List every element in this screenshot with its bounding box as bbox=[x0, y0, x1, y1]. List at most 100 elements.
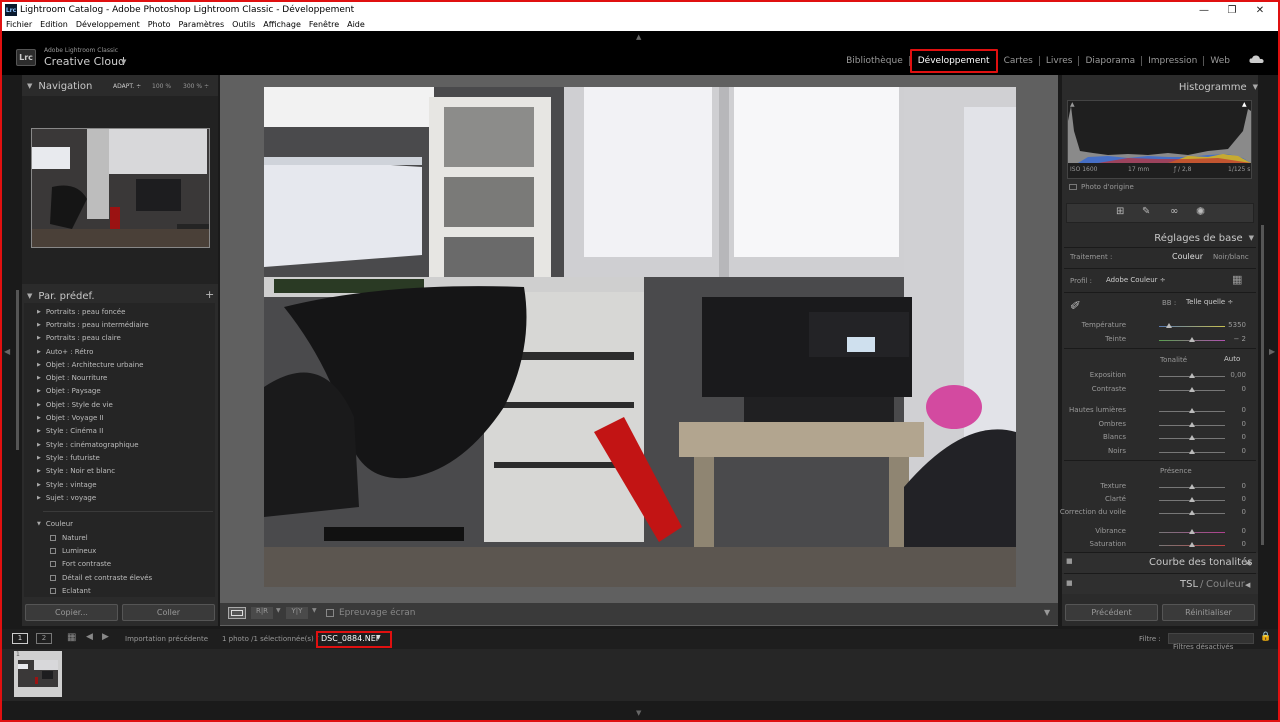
hsl-color-title[interactable]: Couleur bbox=[1206, 579, 1245, 590]
filename[interactable]: DSC_0884.NEF bbox=[321, 634, 380, 643]
healing-brush-icon[interactable]: ✎ bbox=[1142, 206, 1150, 217]
collapsed-triangle-icon[interactable]: ▶ bbox=[37, 349, 41, 355]
slider-knob[interactable] bbox=[1189, 449, 1195, 454]
slider-6[interactable]: Blancs 0 bbox=[1066, 432, 1256, 444]
collapsed-triangle-icon[interactable]: ▶ bbox=[37, 482, 41, 488]
loupe-view-icon[interactable] bbox=[228, 607, 246, 619]
preset-folder[interactable]: ▶ Auto+ : Rétro bbox=[24, 345, 214, 358]
right-scrollbar[interactable] bbox=[1261, 225, 1264, 545]
preset-folder[interactable]: ▶ Objet : Architecture urbaine bbox=[24, 358, 214, 371]
preset-folder[interactable]: ▶ Portraits : peau foncée bbox=[24, 305, 214, 318]
toolbar-menu-icon[interactable]: ▼ bbox=[1044, 608, 1050, 617]
menu-aide[interactable]: Aide bbox=[343, 20, 369, 29]
slider-10[interactable]: Correction du voile 0 bbox=[1060, 507, 1256, 519]
soft-proof-checkbox[interactable] bbox=[326, 609, 334, 617]
collapsed-triangle-icon[interactable]: ▶ bbox=[37, 442, 41, 448]
slider-value[interactable]: − 2 bbox=[1233, 335, 1246, 343]
preset-item[interactable]: Eclatant bbox=[24, 584, 214, 597]
collapse-bottom-icon[interactable]: ▼ bbox=[636, 709, 641, 717]
histogram-header[interactable]: Histogramme ▼ bbox=[1170, 80, 1258, 94]
source-label[interactable]: Importation précédente bbox=[125, 635, 208, 643]
slider-value[interactable]: 0 bbox=[1242, 385, 1246, 393]
collapsed-triangle-icon[interactable]: ▶ bbox=[37, 322, 41, 328]
slider-11[interactable]: Vibrance 0 bbox=[1066, 526, 1256, 538]
profile-dropdown[interactable]: Adobe Couleur ÷ bbox=[1106, 276, 1166, 284]
collapsed-triangle-icon[interactable]: ▶ bbox=[37, 402, 41, 408]
slider-knob[interactable] bbox=[1189, 497, 1195, 502]
preset-folder[interactable]: ▶ Style : Noir et blanc bbox=[24, 465, 214, 478]
cloud-sync-icon[interactable] bbox=[1249, 54, 1265, 64]
expand-triangle-icon[interactable]: ◀ bbox=[1245, 581, 1250, 589]
slider-value[interactable]: 0 bbox=[1242, 482, 1246, 490]
before-after-dropdown-icon[interactable]: ▼ bbox=[276, 607, 281, 614]
preset-folder[interactable]: ▶ Portraits : peau claire bbox=[24, 332, 214, 345]
collapsed-triangle-icon[interactable]: ▶ bbox=[37, 309, 41, 315]
module-web[interactable]: Web bbox=[1204, 56, 1236, 66]
main-photo[interactable] bbox=[264, 87, 1016, 587]
menu-affichage[interactable]: Affichage bbox=[259, 20, 305, 29]
collapse-triangle-icon[interactable]: ▼ bbox=[1253, 83, 1258, 91]
collapse-top-icon[interactable]: ▲ bbox=[636, 33, 641, 41]
slider-9[interactable]: Clarté 0 bbox=[1066, 494, 1256, 506]
collapsed-triangle-icon[interactable]: ▶ bbox=[37, 495, 41, 501]
maximize-icon[interactable]: ❐ bbox=[1218, 2, 1246, 18]
panel-switch-icon[interactable]: ■ bbox=[1066, 579, 1073, 587]
collapsed-triangle-icon[interactable]: ▶ bbox=[37, 362, 41, 368]
expand-triangle-icon[interactable]: ◀ bbox=[1245, 559, 1250, 567]
slider-1[interactable]: Teinte − 2 bbox=[1066, 334, 1256, 346]
slider-knob[interactable] bbox=[1189, 510, 1195, 515]
minimize-icon[interactable]: — bbox=[1190, 2, 1218, 18]
module-diaporama[interactable]: Diaporama bbox=[1079, 56, 1143, 66]
preset-item[interactable]: Détail et contraste élevés bbox=[24, 571, 214, 584]
paste-button[interactable]: Coller bbox=[122, 604, 215, 621]
back-arrow-icon[interactable]: ◀ bbox=[86, 632, 93, 642]
slider-knob[interactable] bbox=[1189, 408, 1195, 413]
close-icon[interactable]: ✕ bbox=[1246, 2, 1274, 18]
slider-12[interactable]: Saturation 0 bbox=[1066, 539, 1256, 551]
slider-knob[interactable] bbox=[1165, 323, 1172, 328]
copy-button[interactable]: Copier... bbox=[25, 604, 118, 621]
menu-developpement[interactable]: Développement bbox=[72, 20, 144, 29]
menu-fenetre[interactable]: Fenêtre bbox=[305, 20, 343, 29]
left-scrollbar[interactable] bbox=[16, 290, 19, 450]
menu-fichier[interactable]: Fichier bbox=[2, 20, 36, 29]
filename-dropdown-icon[interactable]: ▼ bbox=[376, 634, 381, 641]
treatment-color[interactable]: Couleur bbox=[1172, 252, 1203, 261]
highlight-clipping-icon[interactable]: ▲ bbox=[1242, 101, 1247, 108]
auto-button[interactable]: Auto bbox=[1224, 355, 1240, 363]
preset-item[interactable]: Lumineux bbox=[24, 544, 214, 557]
crop-icon[interactable]: ⊞ bbox=[1116, 206, 1124, 217]
zoom-fit[interactable]: ADAPT. ÷ bbox=[113, 83, 141, 90]
previous-button[interactable]: Précédent bbox=[1065, 604, 1158, 621]
forward-arrow-icon[interactable]: ▶ bbox=[102, 632, 109, 642]
slider-value[interactable]: 0,00 bbox=[1230, 371, 1246, 379]
slider-knob[interactable] bbox=[1189, 422, 1195, 427]
masking-icon[interactable]: ✺ bbox=[1196, 205, 1205, 218]
preset-folder[interactable]: ▶ Objet : Voyage II bbox=[24, 411, 214, 424]
module-livres[interactable]: Livres bbox=[1040, 56, 1080, 66]
preset-item[interactable]: Fort contraste bbox=[24, 558, 214, 571]
right-panel-toggle-icon[interactable]: ▶ bbox=[1269, 347, 1275, 356]
treatment-bw[interactable]: Noir/blanc bbox=[1213, 253, 1249, 261]
slider-knob[interactable] bbox=[1189, 373, 1195, 378]
expanded-triangle-icon[interactable]: ▼ bbox=[37, 521, 41, 527]
collapsed-triangle-icon[interactable]: ▶ bbox=[37, 335, 41, 341]
filter-dropdown[interactable]: Filtres désactivés bbox=[1168, 633, 1254, 651]
preset-folder[interactable]: ▶ Sujet : voyage bbox=[24, 491, 214, 504]
module-bibliotheque[interactable]: Bibliothèque bbox=[840, 56, 910, 66]
profile-browser-icon[interactable]: ▦ bbox=[1232, 273, 1242, 286]
slider-value[interactable]: 0 bbox=[1242, 433, 1246, 441]
slider-value[interactable]: 0 bbox=[1242, 420, 1246, 428]
slider-3[interactable]: Contraste 0 bbox=[1066, 384, 1256, 396]
module-developpement[interactable]: Développement bbox=[909, 49, 998, 73]
preset-folder[interactable]: ▶ Objet : Nourriture bbox=[24, 371, 214, 384]
slider-2[interactable]: Exposition 0,00 bbox=[1066, 370, 1256, 382]
preset-item[interactable]: Naturel bbox=[24, 531, 214, 544]
add-preset-icon[interactable]: + bbox=[205, 288, 214, 301]
original-photo-checkbox[interactable] bbox=[1069, 184, 1077, 190]
menu-photo[interactable]: Photo bbox=[144, 20, 175, 29]
slider-knob[interactable] bbox=[1189, 542, 1195, 547]
presets-header[interactable]: ▼ Par. prédef. bbox=[27, 289, 215, 303]
before-after-icon[interactable]: R|R bbox=[251, 607, 273, 619]
histogram[interactable]: ▲ ▲ ISO 1600 17 mm ƒ / 2,8 1/125 s bbox=[1067, 100, 1252, 179]
